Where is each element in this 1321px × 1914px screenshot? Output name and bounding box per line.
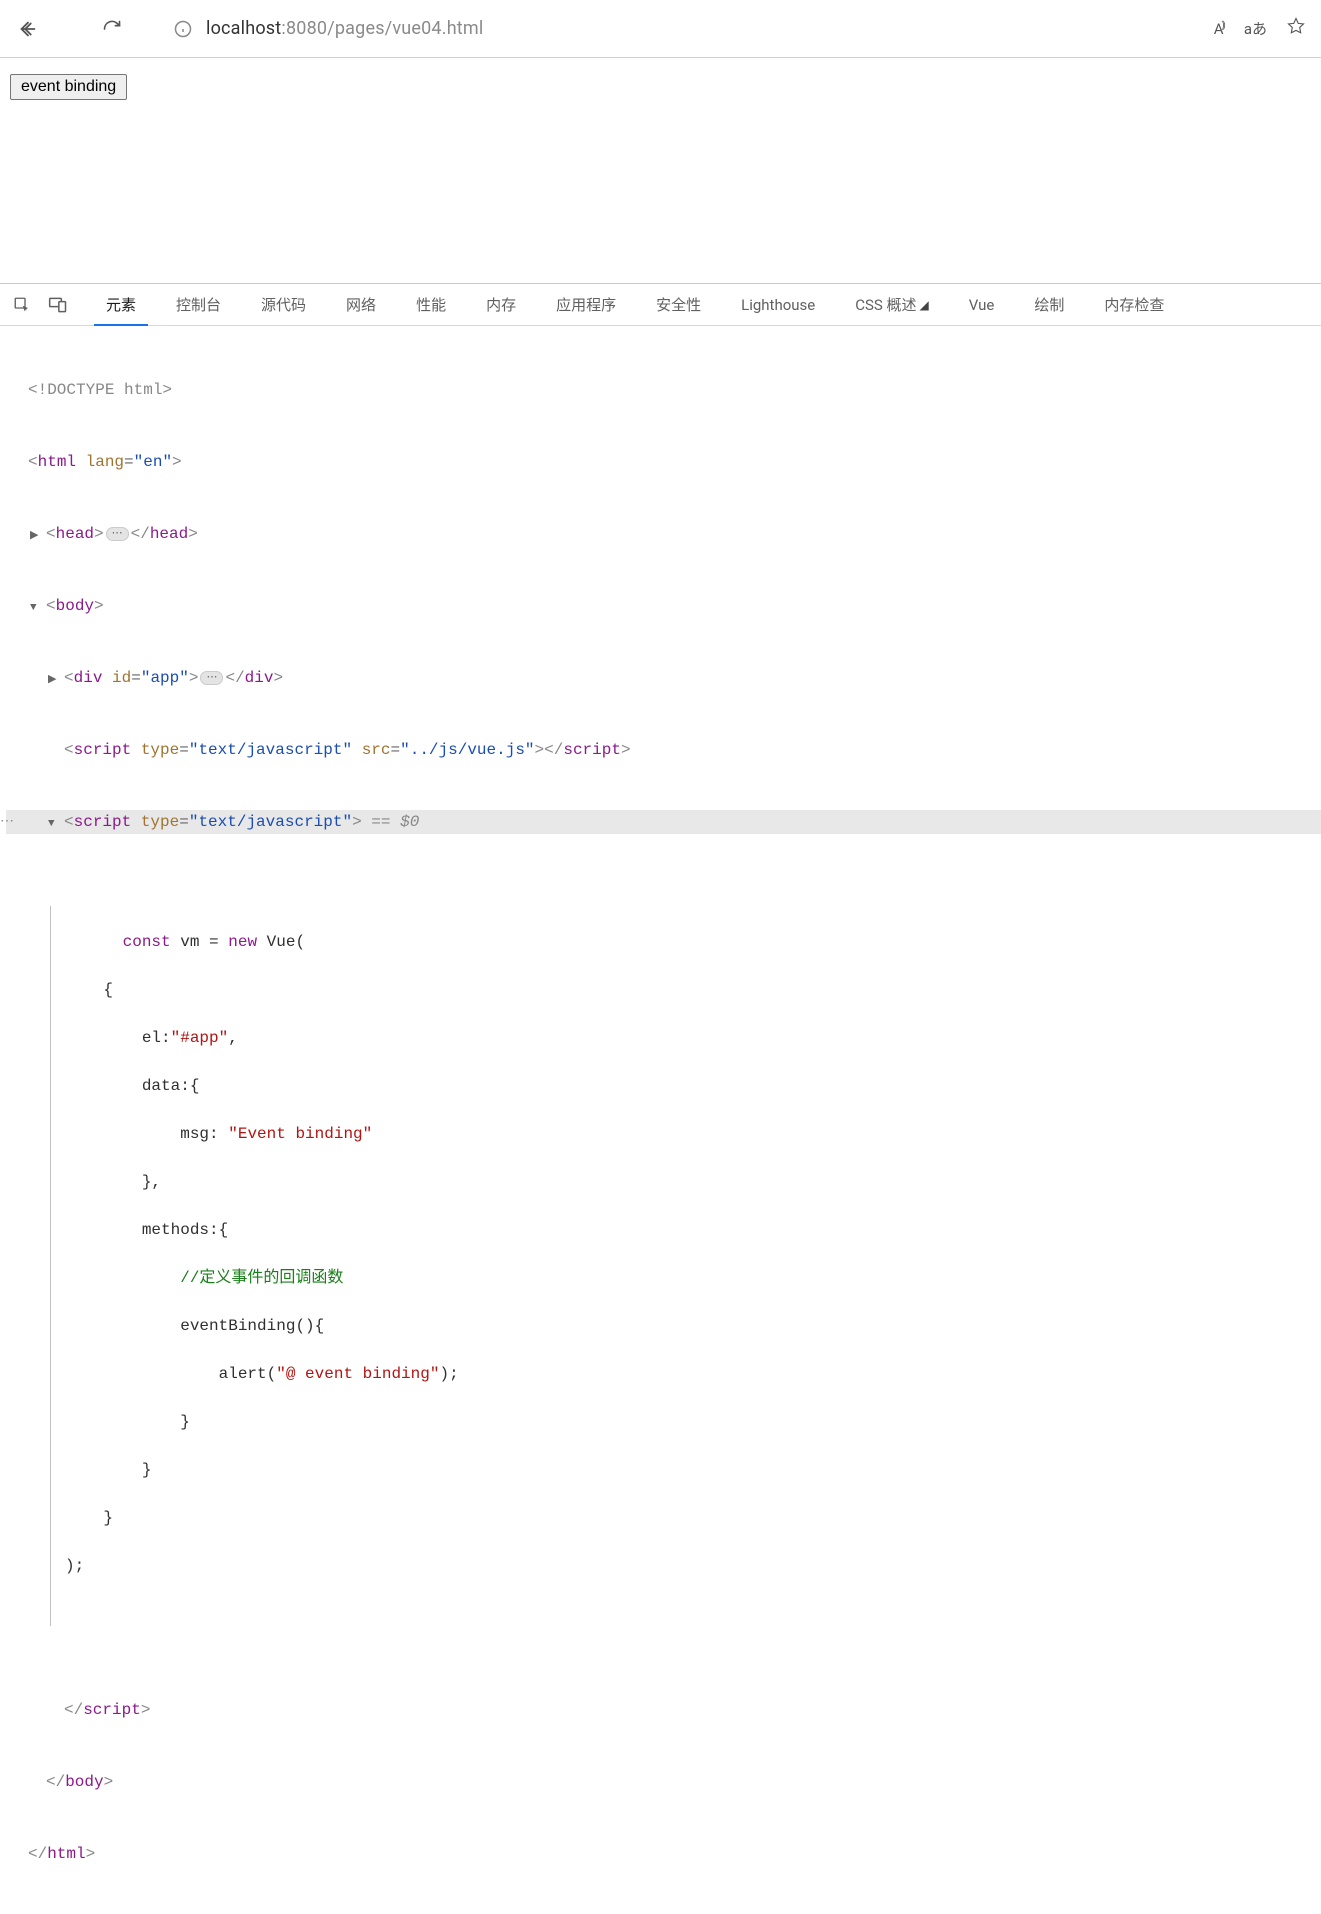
expand-icon[interactable]: ▶	[30, 524, 44, 548]
translate-icon[interactable]: aあ	[1244, 18, 1267, 39]
tab-lighthouse[interactable]: Lighthouse	[721, 284, 835, 325]
event-binding-button[interactable]: event binding	[10, 74, 127, 100]
tab-performance[interactable]: 性能	[396, 284, 466, 325]
inspect-element-icon[interactable]	[6, 289, 38, 321]
read-aloud-icon[interactable]: A))	[1214, 20, 1224, 38]
dom-html-open[interactable]: <html lang="en">	[6, 450, 1321, 474]
dom-script-vue[interactable]: <script type="text/javascript" src="../j…	[6, 738, 1321, 762]
favorite-icon[interactable]	[1287, 17, 1305, 40]
tab-vue[interactable]: Vue	[949, 284, 1015, 325]
tab-memory[interactable]: 内存	[466, 284, 536, 325]
address-bar[interactable]: localhost:8080/pages/vue04.html	[160, 11, 1188, 47]
tab-console[interactable]: 控制台	[156, 284, 241, 325]
collapse-icon[interactable]: ▼	[48, 812, 62, 836]
dom-head[interactable]: ▶<head>⋯</head>	[6, 522, 1321, 546]
tab-network[interactable]: 网络	[326, 284, 396, 325]
dom-body-open[interactable]: ▼<body>	[6, 594, 1321, 618]
refresh-button[interactable]	[96, 13, 128, 45]
tab-elements[interactable]: 元素	[86, 284, 156, 325]
back-button[interactable]	[12, 13, 44, 45]
tab-memory-inspector[interactable]: 内存检查	[1084, 284, 1184, 325]
browser-toolbar: localhost:8080/pages/vue04.html A)) aあ	[0, 0, 1321, 58]
dom-doctype[interactable]: <!DOCTYPE html>	[6, 378, 1321, 402]
collapse-icon[interactable]: ▼	[30, 596, 44, 620]
dom-div-app[interactable]: ▶<div id="app">⋯</div>	[6, 666, 1321, 690]
dom-body-close[interactable]: </body>	[6, 1770, 1321, 1794]
ellipsis-icon[interactable]: ⋯	[106, 527, 129, 541]
dom-script-selected[interactable]: ⋯▼<script type="text/javascript"> == $0	[6, 810, 1321, 834]
tab-sources[interactable]: 源代码	[241, 284, 326, 325]
page-viewport: event binding	[0, 58, 1321, 283]
site-info-icon[interactable]	[174, 20, 192, 38]
tab-css-overview[interactable]: CSS 概述◢	[835, 284, 949, 325]
toolbar-right: A)) aあ	[1214, 17, 1309, 40]
ellipsis-icon[interactable]: ⋯	[200, 671, 223, 685]
url-text: localhost:8080/pages/vue04.html	[206, 18, 483, 39]
device-toolbar-icon[interactable]	[42, 289, 74, 321]
tab-rendering[interactable]: 绘制	[1014, 284, 1084, 325]
tab-application[interactable]: 应用程序	[536, 284, 636, 325]
devtools-toolbar: 元素 控制台 源代码 网络 性能 内存 应用程序 安全性 Lighthouse …	[0, 284, 1321, 326]
dom-html-close[interactable]: </html>	[6, 1842, 1321, 1866]
pin-icon: ◢	[920, 298, 929, 312]
devtools-panel: 元素 控制台 源代码 网络 性能 内存 应用程序 安全性 Lighthouse …	[0, 283, 1321, 1914]
devtools-tabs: 元素 控制台 源代码 网络 性能 内存 应用程序 安全性 Lighthouse …	[86, 284, 1184, 325]
dom-script-close[interactable]: </script>	[6, 1698, 1321, 1722]
dom-tree[interactable]: <!DOCTYPE html> <html lang="en"> ▶<head>…	[0, 326, 1321, 1914]
tab-security[interactable]: 安全性	[636, 284, 721, 325]
script-content[interactable]: const vm = new Vue( { el:"#app", data:{ …	[50, 906, 1321, 1626]
selected-marker: ⋯	[0, 810, 13, 834]
expand-icon[interactable]: ▶	[48, 668, 62, 692]
